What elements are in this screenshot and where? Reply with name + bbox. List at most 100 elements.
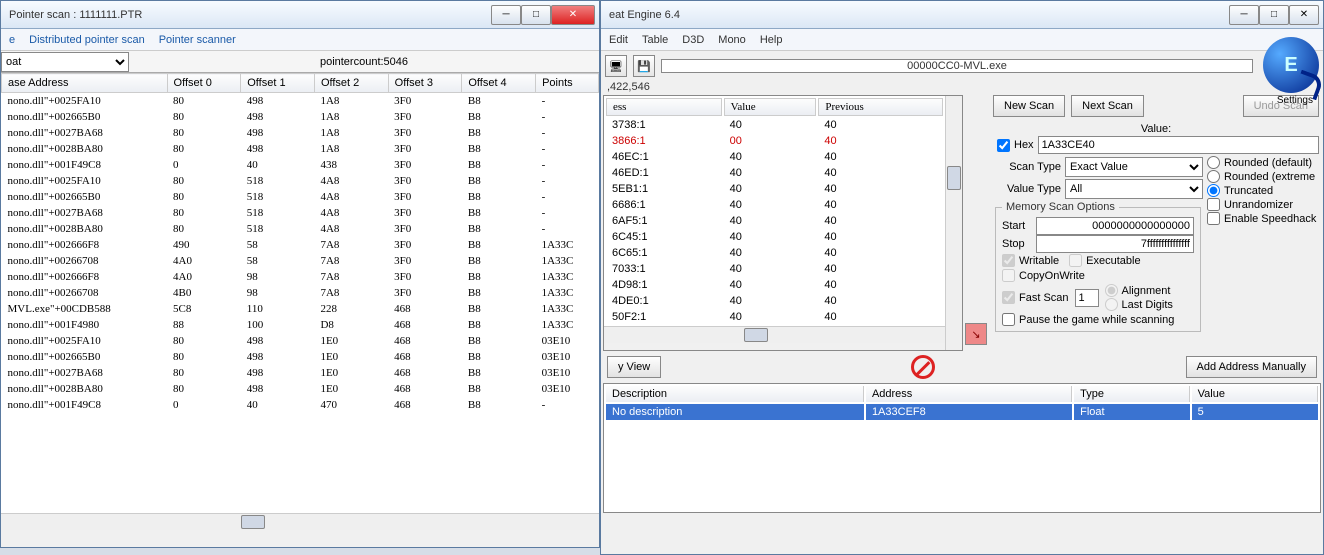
scantype-combo[interactable]: Exact Value (1065, 157, 1203, 177)
result-row[interactable]: 46EC:14040 (606, 150, 943, 164)
table-row[interactable]: nono.dll"+0028BA80804981E0468B803E10 (2, 381, 599, 397)
type-combo[interactable]: oat (1, 52, 129, 72)
ptr-col[interactable]: Points (536, 74, 599, 93)
fastscan-input[interactable] (1075, 289, 1099, 307)
close-button[interactable]: ✕ (551, 5, 595, 25)
table-row[interactable]: nono.dll"+0025FA10804981E0468B803E10 (2, 333, 599, 349)
result-row[interactable]: 7033:14040 (606, 262, 943, 276)
start-label: Start (1002, 220, 1032, 232)
table-row[interactable]: nono.dll"+0027BA68804981E0468B803E10 (2, 365, 599, 381)
maximize-button[interactable]: □ (521, 5, 551, 25)
menu-pointer-scanner[interactable]: Pointer scanner (159, 34, 236, 46)
result-row[interactable]: 5EB1:14040 (606, 182, 943, 196)
pointer-table[interactable]: ase AddressOffset 0Offset 1Offset 2Offse… (1, 73, 599, 413)
result-row[interactable]: 4DE0:14040 (606, 294, 943, 308)
result-row[interactable]: 46ED:14040 (606, 166, 943, 180)
hex-checkbox[interactable] (997, 139, 1010, 152)
rounded-default-radio[interactable] (1207, 156, 1220, 169)
lastdigits-radio (1105, 298, 1118, 311)
menu-file[interactable]: e (9, 34, 15, 46)
result-row[interactable]: 3738:14040 (606, 118, 943, 132)
table-row[interactable]: nono.dll"+002666F84A0987A83F0B81A33C (2, 269, 599, 285)
address-row[interactable]: No description1A33CEF8Float5 (606, 404, 1318, 420)
menu-mono[interactable]: Mono (718, 34, 746, 46)
speedhack-checkbox[interactable] (1207, 212, 1220, 225)
add-address-manually-button[interactable]: Add Address Manually (1186, 356, 1317, 378)
table-row[interactable]: nono.dll"+001F49C8040470468B8- (2, 397, 599, 413)
ptr-col[interactable]: Offset 4 (462, 74, 536, 93)
stop-label: Stop (1002, 238, 1032, 250)
ce-minimize-button[interactable]: ─ (1229, 5, 1259, 25)
memory-view-button[interactable]: y View (607, 356, 661, 378)
table-row[interactable]: nono.dll"+0028BA80804981A83F0B8- (2, 141, 599, 157)
menu-edit[interactable]: Edit (609, 34, 628, 46)
menu-distributed[interactable]: Distributed pointer scan (29, 34, 145, 46)
ptr-window-title: Pointer scan : 1111111.PTR (9, 9, 491, 21)
result-row[interactable]: 6686:14040 (606, 198, 943, 212)
menu-d3d[interactable]: D3D (682, 34, 704, 46)
table-row[interactable]: nono.dll"+002665B0805184A83F0B8- (2, 189, 599, 205)
stop-input[interactable] (1036, 235, 1194, 253)
table-row[interactable]: nono.dll"+0027BA68805184A83F0B8- (2, 205, 599, 221)
ce-logo-icon[interactable]: E (1263, 37, 1319, 93)
ce-maximize-button[interactable]: □ (1259, 5, 1289, 25)
h-scrollbar[interactable] (1, 513, 599, 530)
writable-checkbox (1002, 254, 1015, 267)
fastscan-checkbox (1002, 291, 1015, 304)
start-input[interactable] (1036, 217, 1194, 235)
results-h-scroll[interactable] (604, 326, 945, 343)
table-row[interactable]: nono.dll"+0025FA10805184A83F0B8- (2, 173, 599, 189)
table-row[interactable]: nono.dll"+001F49C80404383F0B8- (2, 157, 599, 173)
ptr-col[interactable]: ase Address (2, 74, 168, 93)
result-row[interactable]: 50F2:14040 (606, 310, 943, 324)
hex-label: Hex (1014, 139, 1034, 151)
table-row[interactable]: nono.dll"+001F498088100D8468B81A33C (2, 317, 599, 333)
table-row[interactable]: nono.dll"+002665B0804981E0468B803E10 (2, 349, 599, 365)
result-row[interactable]: 3866:10040 (606, 134, 943, 148)
unrandomizer-checkbox[interactable] (1207, 198, 1220, 211)
pause-checkbox[interactable] (1002, 313, 1015, 326)
ptr-col[interactable]: Offset 3 (388, 74, 462, 93)
menu-help[interactable]: Help (760, 34, 783, 46)
table-row[interactable]: nono.dll"+002665B0804981A83F0B8- (2, 109, 599, 125)
table-row[interactable]: nono.dll"+0027BA68804981A83F0B8- (2, 125, 599, 141)
result-row[interactable]: 6AF5:14040 (606, 214, 943, 228)
table-row[interactable]: nono.dll"+002666F8490587A83F0B81A33C (2, 237, 599, 253)
table-row[interactable]: nono.dll"+0028BA80805184A83F0B8- (2, 221, 599, 237)
table-row[interactable]: nono.dll"+0025FA10804981A83F0B8- (2, 93, 599, 110)
table-row[interactable]: nono.dll"+002667084B0987A83F0B81A33C (2, 285, 599, 301)
ptr-col[interactable]: Offset 0 (167, 74, 241, 93)
menu-table[interactable]: Table (642, 34, 668, 46)
rounded-extreme-radio[interactable] (1207, 170, 1220, 183)
alignment-radio (1105, 284, 1118, 297)
result-row[interactable]: 6C65:14040 (606, 246, 943, 260)
table-row[interactable]: nono.dll"+002667084A0587A83F0B81A33C (2, 253, 599, 269)
memopts-label: Memory Scan Options (1002, 201, 1119, 213)
found-count: ,422,546 (601, 81, 1323, 93)
results-list[interactable]: essValuePrevious3738:140403866:1004046EC… (604, 96, 945, 326)
ptr-col[interactable]: Offset 2 (314, 74, 388, 93)
truncated-radio[interactable] (1207, 184, 1220, 197)
process-name: 00000CC0-MVL.exe (661, 59, 1253, 73)
scantype-label: Scan Type (993, 161, 1061, 173)
next-scan-button[interactable]: Next Scan (1071, 95, 1144, 117)
no-icon[interactable] (911, 355, 935, 379)
result-row[interactable]: 4D98:14040 (606, 278, 943, 292)
result-row[interactable]: 6C45:14040 (606, 230, 943, 244)
settings-link[interactable]: Settings (1277, 95, 1313, 106)
table-row[interactable]: MVL.exe"+00CDB5885C8110228468B81A33C (2, 301, 599, 317)
new-scan-button[interactable]: New Scan (993, 95, 1065, 117)
address-list[interactable]: DescriptionAddressTypeValueNo descriptio… (604, 384, 1320, 422)
value-label: Value: (993, 123, 1319, 135)
ptr-col[interactable]: Offset 1 (241, 74, 315, 93)
minimize-button[interactable]: ─ (491, 5, 521, 25)
add-to-list-icon[interactable]: ↘ (965, 323, 987, 345)
ce-window-title: eat Engine 6.4 (609, 9, 1229, 21)
results-v-scroll[interactable] (945, 96, 962, 350)
ce-close-button[interactable]: ✕ (1289, 5, 1319, 25)
valuetype-label: Value Type (993, 183, 1061, 195)
value-input[interactable] (1038, 136, 1319, 154)
save-icon[interactable]: 💾 (633, 55, 655, 77)
open-process-icon[interactable]: 🖥 (605, 55, 627, 77)
valuetype-combo[interactable]: All (1065, 179, 1203, 199)
